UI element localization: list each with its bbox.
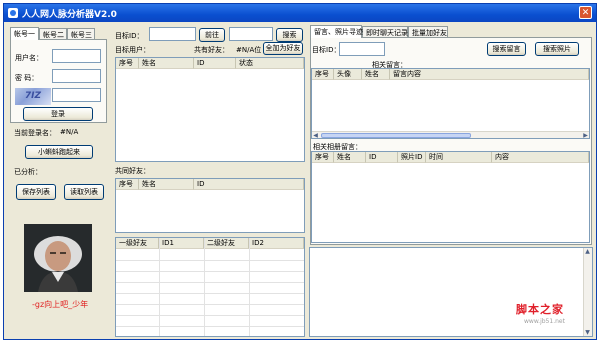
scroll-up-icon[interactable]: ▲ xyxy=(584,248,591,255)
scroll-down-icon[interactable]: ▼ xyxy=(584,329,591,336)
col-header-status[interactable]: 状态 xyxy=(236,58,304,69)
col-header-id[interactable]: ID xyxy=(194,179,304,190)
trace-id-input[interactable] xyxy=(339,42,385,56)
scrollbar-thumb[interactable] xyxy=(321,133,471,138)
col-header-name[interactable]: 姓名 xyxy=(139,58,194,69)
analyzed-label: 已分析： xyxy=(14,168,42,176)
grid-line xyxy=(159,238,160,336)
common-friends-table[interactable]: 序号 姓名 ID xyxy=(115,178,305,233)
minigame-button[interactable]: 小蝌蚪跑起来 xyxy=(25,145,93,159)
grid-line xyxy=(116,326,304,327)
common-friends-count-value: #N/A位 xyxy=(236,46,262,54)
target-user-label: 目标用户： xyxy=(115,46,150,54)
read-list-button[interactable]: 读取列表 xyxy=(64,184,104,200)
search-button[interactable]: 搜索 xyxy=(276,28,303,42)
avatar-photo xyxy=(24,224,92,292)
username-input[interactable] xyxy=(52,49,101,63)
login-button[interactable]: 登录 xyxy=(23,107,93,121)
grid-line xyxy=(116,293,304,294)
degree-friends-table[interactable]: 一级好友 ID1 二级好友 ID2 xyxy=(115,237,305,337)
col-header-first-degree[interactable]: 一级好友 xyxy=(116,238,159,249)
scroll-right-icon[interactable]: ▶ xyxy=(582,132,589,138)
target-id-label: 目标ID： xyxy=(115,32,144,40)
col-header-id1[interactable]: ID1 xyxy=(159,238,204,249)
tab-account-1[interactable]: 帐号一 xyxy=(10,27,39,40)
scroll-left-icon[interactable]: ◀ xyxy=(312,132,319,138)
grid-line xyxy=(204,238,205,336)
search-messages-button[interactable]: 搜索留言 xyxy=(487,42,526,56)
related-photo-messages-table[interactable]: 序号 姓名 ID 照片ID 时间 内容 xyxy=(311,151,590,243)
password-label: 密 码： xyxy=(15,74,39,82)
captcha-image: 7IZ xyxy=(15,88,51,105)
col-header-index[interactable]: 序号 xyxy=(116,58,139,69)
add-all-friends-button[interactable]: 全加为好友 xyxy=(263,42,303,55)
captcha-input[interactable] xyxy=(52,88,101,102)
username-label: 用户名： xyxy=(15,54,43,62)
col-header-second-degree[interactable]: 二级好友 xyxy=(204,238,249,249)
watermark-url: www.jb51.net xyxy=(524,318,565,325)
col-header-time[interactable]: 时间 xyxy=(426,152,492,163)
tab-trace[interactable]: 留言、照片寻迹 xyxy=(310,25,363,38)
col-header-index[interactable]: 序号 xyxy=(312,69,334,80)
current-login-value: #N/A xyxy=(60,128,79,136)
col-header-id2[interactable]: ID2 xyxy=(249,238,304,249)
grid-line xyxy=(116,315,304,316)
target-friends-table[interactable]: 序号 姓名 ID 状态 xyxy=(115,57,305,162)
grid-line xyxy=(116,282,304,283)
current-login-label: 当前登录名： xyxy=(14,129,56,137)
col-header-message-content[interactable]: 留言内容 xyxy=(390,69,589,80)
watermark-logo: 脚本之家 xyxy=(516,303,564,316)
target-id-input[interactable] xyxy=(149,27,196,41)
col-header-id[interactable]: ID xyxy=(366,152,398,163)
main-window: 人人网人脉分析器V2.0 ✕ 帐号一 帐号二 帐号三 用户名： 密 码： 7IZ… xyxy=(3,3,597,340)
password-input[interactable] xyxy=(52,69,101,83)
grid-line xyxy=(116,304,304,305)
grid-line xyxy=(116,271,304,272)
col-header-name[interactable]: 姓名 xyxy=(139,179,194,190)
app-icon xyxy=(8,8,18,18)
common-friends-count-label: 共有好友： xyxy=(194,46,229,54)
col-header-id[interactable]: ID xyxy=(194,58,236,69)
go-button[interactable]: 前往 xyxy=(199,28,225,42)
col-header-content[interactable]: 内容 xyxy=(492,152,589,163)
close-button[interactable]: ✕ xyxy=(579,6,592,19)
related-messages-table[interactable]: 序号 头像 姓名 留言内容 ◀ ▶ xyxy=(311,68,590,139)
log-output-area[interactable]: ▲ ▼ 脚本之家 www.jb51.net xyxy=(309,247,593,337)
grid-line xyxy=(116,260,304,261)
title-bar: 人人网人脉分析器V2.0 ✕ xyxy=(4,4,596,22)
col-header-index[interactable]: 序号 xyxy=(312,152,334,163)
common-friends-label: 共同好友： xyxy=(115,167,150,175)
trace-id-label: 目标ID： xyxy=(312,46,341,54)
col-header-name[interactable]: 姓名 xyxy=(362,69,390,80)
motto-text: -gz向上吧_少年 xyxy=(32,300,89,309)
horizontal-scrollbar[interactable]: ◀ ▶ xyxy=(312,131,589,138)
col-header-photo-id[interactable]: 照片ID xyxy=(398,152,426,163)
search-photos-button[interactable]: 搜索照片 xyxy=(535,42,579,56)
target-extra-input[interactable] xyxy=(229,27,273,41)
vertical-scrollbar[interactable]: ▲ ▼ xyxy=(583,248,592,336)
col-header-index[interactable]: 序号 xyxy=(116,179,139,190)
save-list-button[interactable]: 保存列表 xyxy=(16,184,56,200)
window-title: 人人网人脉分析器V2.0 xyxy=(22,10,117,20)
grid-line xyxy=(249,238,250,336)
col-header-avatar[interactable]: 头像 xyxy=(334,69,362,80)
col-header-name[interactable]: 姓名 xyxy=(334,152,366,163)
